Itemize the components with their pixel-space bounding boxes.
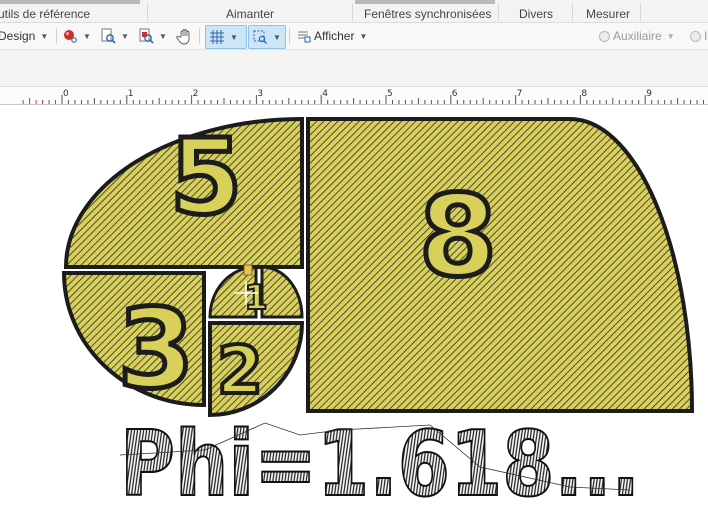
ribbon-separator <box>498 3 499 21</box>
cut-off-dropdown[interactable]: In <box>689 25 708 47</box>
cut-radio-icon <box>690 30 701 42</box>
design-label: Design <box>0 29 36 43</box>
chevron-down-icon: ▼ <box>273 32 281 42</box>
chevron-down-icon: ▼ <box>230 32 238 42</box>
record-icon <box>64 30 77 43</box>
ribbon-group-sync-windows: Fenêtres synchronisées <box>364 7 492 21</box>
grid-button[interactable]: ▼ <box>205 25 247 49</box>
chevron-down-icon: ▼ <box>40 31 49 41</box>
design-canvas[interactable]: 5 8 3 2 1 Phi=1.618... <box>0 105 708 518</box>
numeral-8: 8 <box>419 172 497 302</box>
ribbon-tab-indicator <box>0 0 140 4</box>
ruler-tick-label: 0 <box>63 89 69 99</box>
toolbar-separator <box>56 28 57 44</box>
zoom-icon <box>101 28 116 44</box>
auxiliary-radio-icon <box>599 30 610 42</box>
chevron-down-icon: ▼ <box>121 31 129 41</box>
ribbon-group-bar: utils de référence Aimanter Fenêtres syn… <box>0 0 708 23</box>
ruler-tick-label: 4 <box>322 89 328 99</box>
ribbon-group-reference-tools: utils de référence <box>0 7 91 21</box>
ruler-tick-label: 3 <box>257 89 263 99</box>
zoom-button[interactable]: ▼ <box>100 25 129 47</box>
ruler-tick-label: 9 <box>646 89 652 99</box>
ruler-tick-label: 1 <box>128 89 134 99</box>
toolbar-separator <box>289 28 290 44</box>
zoom-select-button[interactable]: ▼ <box>138 25 167 47</box>
snap-button[interactable]: ▼ <box>248 25 286 49</box>
section-8 <box>306 117 695 413</box>
horizontal-ruler[interactable]: 01234567891 <box>0 87 708 105</box>
chevron-down-icon: ▼ <box>666 31 675 41</box>
ribbon-tab-indicator <box>355 0 495 4</box>
chevron-down-icon: ▼ <box>359 31 368 41</box>
pan-button[interactable] <box>176 25 194 47</box>
property-strip <box>0 50 708 87</box>
ribbon-separator <box>640 3 641 21</box>
grid-icon <box>210 30 224 44</box>
ruler-tick-label: 7 <box>517 89 523 99</box>
ribbon-separator <box>352 3 353 21</box>
show-dropdown[interactable]: Afficher ▼ <box>296 25 367 47</box>
hand-icon <box>176 29 190 45</box>
ruler-tick-label: 6 <box>452 89 458 99</box>
design-dropdown[interactable]: Design ▼ <box>0 25 48 47</box>
fibonacci-design: 5 8 3 2 1 Phi=1.618... <box>61 114 695 518</box>
ribbon-group-snap: Aimanter <box>226 7 275 21</box>
cut-label: In <box>704 29 708 43</box>
ruler-tick-label: 5 <box>387 89 393 99</box>
ruler-tick-label: 2 <box>193 89 199 99</box>
auxiliary-dropdown[interactable]: Auxiliaire ▼ <box>598 25 675 47</box>
numeral-5: 5 <box>170 116 242 238</box>
zoom-select-icon <box>139 28 154 44</box>
ribbon-group-measure: Mesurer <box>586 7 631 21</box>
numeral-3: 3 <box>118 285 195 413</box>
ribbon-separator <box>147 3 148 21</box>
ruler-tick-label: 8 <box>581 89 587 99</box>
section-1-right <box>260 265 304 319</box>
numeral-1: 1 <box>244 278 268 318</box>
snap-icon <box>253 30 267 44</box>
toolbar-separator <box>199 28 200 44</box>
show-icon <box>298 31 311 43</box>
record-button[interactable]: ▼ <box>62 25 91 47</box>
numeral-2: 2 <box>217 332 263 409</box>
toolbar: Design ▼ ▼ ▼ ▼ ▼ ▼ Afficher ▼ Auxiliaire… <box>0 23 708 50</box>
auxiliary-label: Auxiliaire <box>613 29 662 43</box>
ribbon-separator <box>572 3 573 21</box>
chevron-down-icon: ▼ <box>159 31 167 41</box>
show-label: Afficher <box>314 29 355 43</box>
ribbon-group-misc: Divers <box>519 7 554 21</box>
ruler-scale: 01234567891 <box>22 89 705 104</box>
chevron-down-icon: ▼ <box>83 31 91 41</box>
